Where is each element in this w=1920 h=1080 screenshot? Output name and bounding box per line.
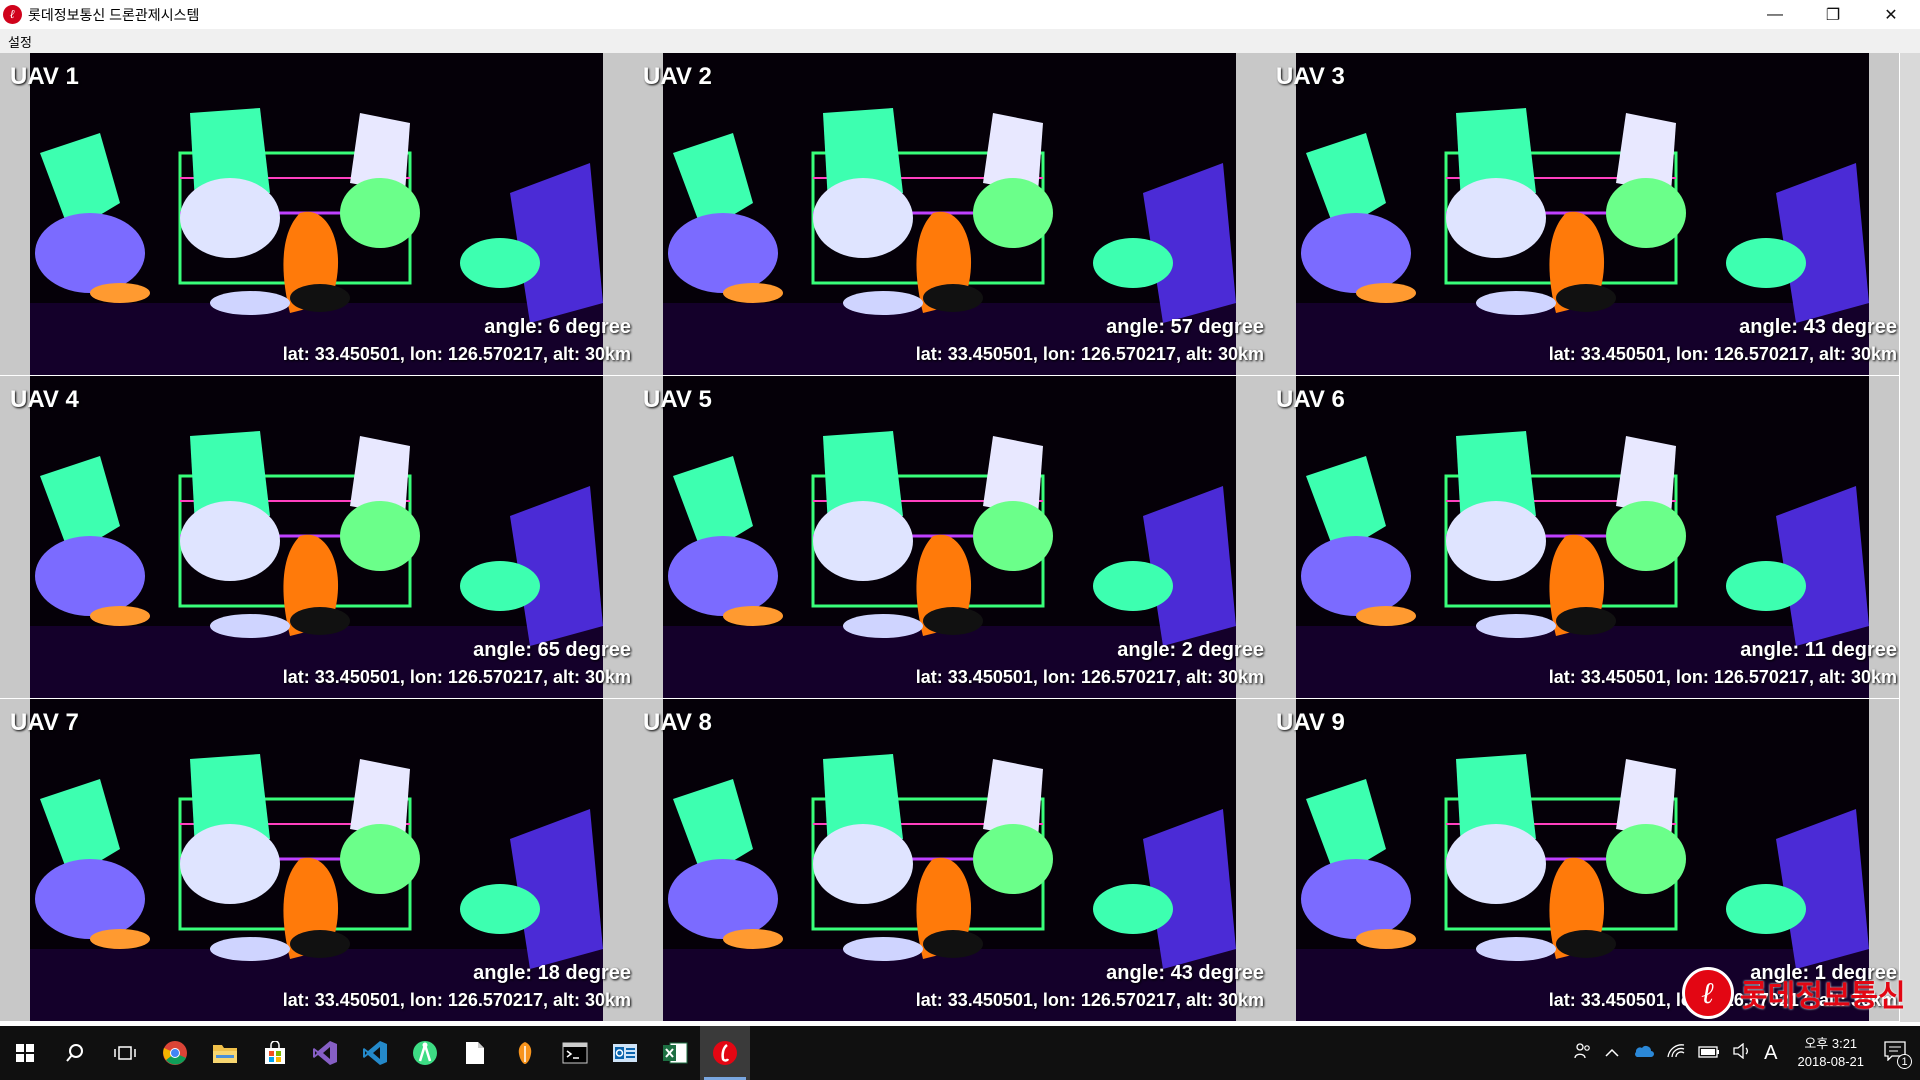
uav-label: UAV 7 [10, 709, 79, 736]
file-explorer-icon[interactable] [200, 1026, 250, 1080]
excel-icon[interactable] [650, 1026, 700, 1080]
uav-coordinates: lat: 33.450501, lon: 126.570217, alt: 30… [282, 667, 631, 687]
system-tray: A 오후 3:21 2018-08-21 1 [1568, 1026, 1920, 1080]
task-view-icon[interactable] [100, 1026, 150, 1080]
notification-count: 1 [1897, 1054, 1912, 1069]
uav-label: UAV 4 [10, 386, 79, 413]
uav-angle: angle: 65 degree [473, 639, 631, 661]
uav-feed-6[interactable]: UAV 6 angle: 11 degree lat: 33.450501, l… [1266, 376, 1899, 698]
fl-studio-icon[interactable] [500, 1026, 550, 1080]
uav-coordinates: lat: 33.450501, lon: 126.570217, alt: 30… [1548, 667, 1897, 687]
clock[interactable]: 오후 3:21 2018-08-21 [1798, 1035, 1865, 1071]
lotte-watermark: ℓ 롯데정보통신 [1682, 963, 1912, 1023]
wifi-icon[interactable] [1666, 1043, 1686, 1063]
document-icon[interactable] [450, 1026, 500, 1080]
clock-time: 오후 3:21 [1804, 1036, 1858, 1051]
close-button[interactable]: ✕ [1862, 0, 1920, 29]
uav-feed-8[interactable]: UAV 8 angle: 43 degree lat: 33.450501, l… [633, 699, 1266, 1021]
windows-start-icon[interactable] [0, 1026, 50, 1080]
uav-angle: angle: 18 degree [473, 962, 631, 984]
uav-video-grid: UAV 1 angle: 6 degree lat: 33.450501, lo… [0, 53, 1920, 1022]
uav-label: UAV 1 [10, 63, 79, 90]
window-controls: — ❐ ✕ [1746, 0, 1920, 29]
uav-label: UAV 6 [1276, 386, 1345, 413]
notification-icon[interactable]: 1 [1884, 1041, 1912, 1069]
uav-feed-4[interactable]: UAV 4 angle: 65 degree lat: 33.450501, l… [0, 376, 633, 698]
uav-angle: angle: 11 degree [1740, 639, 1897, 661]
battery-icon[interactable] [1698, 1045, 1720, 1062]
taskbar: A 오후 3:21 2018-08-21 1 [0, 1026, 1920, 1080]
chevron-up-icon[interactable] [1604, 1045, 1620, 1062]
visual-studio-icon[interactable] [300, 1026, 350, 1080]
title-bar: ℓ 롯데정보통신 드론관제시스템 — ❐ ✕ [0, 0, 1920, 29]
uav-angle: angle: 43 degree [1739, 316, 1897, 338]
lotte-app-icon[interactable] [700, 1026, 750, 1080]
uav-coordinates: lat: 33.450501, lon: 126.570217, alt: 30… [282, 344, 631, 364]
uav-angle: angle: 6 degree [484, 316, 631, 338]
uav-label: UAV 9 [1276, 709, 1345, 736]
chrome-icon[interactable] [150, 1026, 200, 1080]
uav-coordinates: lat: 33.450501, lon: 126.570217, alt: 30… [915, 990, 1264, 1010]
input-indicator[interactable]: A [1764, 1042, 1777, 1065]
watermark-text: 롯데정보통신 [1740, 980, 1906, 1013]
window-title: 롯데정보통신 드론관제시스템 [28, 6, 200, 23]
outlook-icon[interactable] [600, 1026, 650, 1080]
uav-angle: angle: 43 degree [1106, 962, 1264, 984]
uav-coordinates: lat: 33.450501, lon: 126.570217, alt: 30… [915, 667, 1264, 687]
uav-label: UAV 2 [643, 63, 712, 90]
onedrive-icon[interactable] [1632, 1044, 1655, 1062]
uav-label: UAV 8 [643, 709, 712, 736]
store-icon[interactable] [250, 1026, 300, 1080]
uav-feed-3[interactable]: UAV 3 angle: 43 degree lat: 33.450501, l… [1266, 53, 1899, 375]
menu-settings[interactable]: 설정 [8, 32, 32, 51]
android-studio-icon[interactable] [400, 1026, 450, 1080]
uav-feed-5[interactable]: UAV 5 angle: 2 degree lat: 33.450501, lo… [633, 376, 1266, 698]
window-edge-strip [1900, 53, 1920, 1022]
uav-angle: angle: 57 degree [1106, 316, 1264, 338]
uav-angle: angle: 2 degree [1117, 639, 1264, 661]
terminal-icon[interactable] [550, 1026, 600, 1080]
uav-feed-1[interactable]: UAV 1 angle: 6 degree lat: 33.450501, lo… [0, 53, 633, 375]
lotte-logo-icon: ℓ [1682, 967, 1734, 1019]
maximize-button[interactable]: ❐ [1804, 0, 1862, 29]
uav-coordinates: lat: 33.450501, lon: 126.570217, alt: 30… [282, 990, 631, 1010]
uav-label: UAV 3 [1276, 63, 1345, 90]
lotte-logo-icon: ℓ [3, 5, 22, 24]
vscode-icon[interactable] [350, 1026, 400, 1080]
menu-bar: 설정 [0, 29, 1920, 53]
search-icon[interactable] [50, 1026, 100, 1080]
uav-feed-2[interactable]: UAV 2 angle: 57 degree lat: 33.450501, l… [633, 53, 1266, 375]
minimize-button[interactable]: — [1746, 0, 1804, 29]
uav-label: UAV 5 [643, 386, 712, 413]
uav-feed-7[interactable]: UAV 7 angle: 18 degree lat: 33.450501, l… [0, 699, 633, 1021]
uav-coordinates: lat: 33.450501, lon: 126.570217, alt: 30… [915, 344, 1264, 364]
volume-icon[interactable] [1732, 1042, 1752, 1063]
uav-coordinates: lat: 33.450501, lon: 126.570217, alt: 30… [1548, 344, 1897, 364]
clock-date: 2018-08-21 [1797, 1054, 1865, 1069]
people-icon[interactable] [1574, 1042, 1592, 1064]
